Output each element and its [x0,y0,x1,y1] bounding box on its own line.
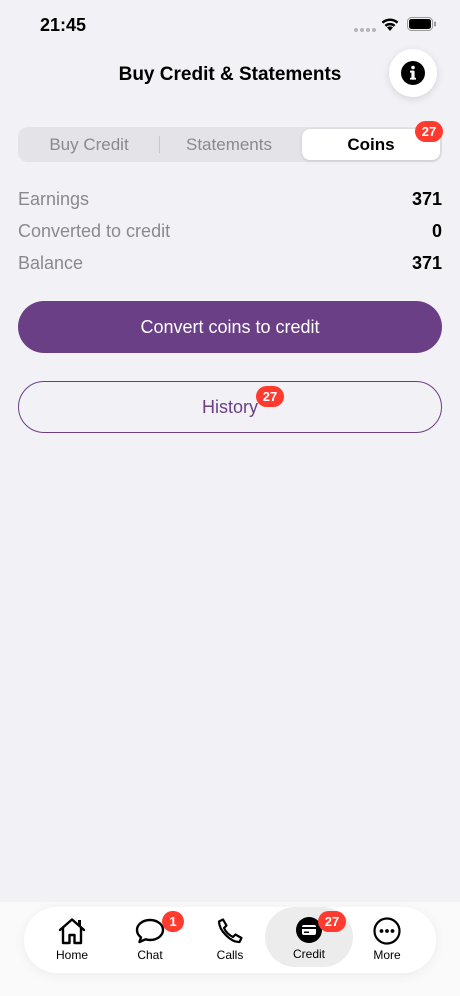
info-button[interactable] [389,49,437,97]
stat-label: Converted to credit [18,221,171,241]
status-bar: 21:45 [0,0,460,50]
stat-row-converted: Converted to credit 0 [18,221,442,245]
wifi-icon [381,18,399,31]
stat-row-balance: Balance 371 [18,253,442,277]
info-icon [401,61,425,85]
stat-value: 371 [411,189,442,209]
stat-label: Balance [18,253,84,273]
battery-icon [407,17,436,31]
tab-buy-credit[interactable]: Buy Credit [20,129,158,160]
tab-statements[interactable]: Statements [160,129,298,160]
tab-label: Chat [137,948,163,962]
tab-more[interactable]: More [347,908,427,968]
stat-value: 0 [431,221,442,241]
tab-calls[interactable]: Calls [190,908,270,968]
tab-label: Credit [292,947,325,961]
history-button[interactable]: History [18,381,442,433]
convert-coins-button[interactable]: Convert coins to credit [18,301,442,353]
home-icon [58,918,86,945]
stat-value: 371 [411,253,442,273]
coins-tab-badge: 27 [415,121,443,142]
tab-home[interactable]: Home [32,908,112,968]
history-badge: 27 [256,386,284,407]
tab-label: Home [55,948,88,962]
chat-badge: 1 [162,911,184,932]
cellular-signal-icon [354,28,376,32]
tab-label: More [373,948,401,962]
segmented-control: Buy Credit Statements Coins [18,127,442,162]
tab-label: Calls [216,948,244,962]
status-time: 21:45 [40,15,87,35]
more-icon [373,917,401,945]
stat-label: Earnings [18,189,90,209]
credit-badge: 27 [318,911,346,932]
phone-icon [217,918,243,944]
stat-row-earnings: Earnings 371 [18,189,442,213]
